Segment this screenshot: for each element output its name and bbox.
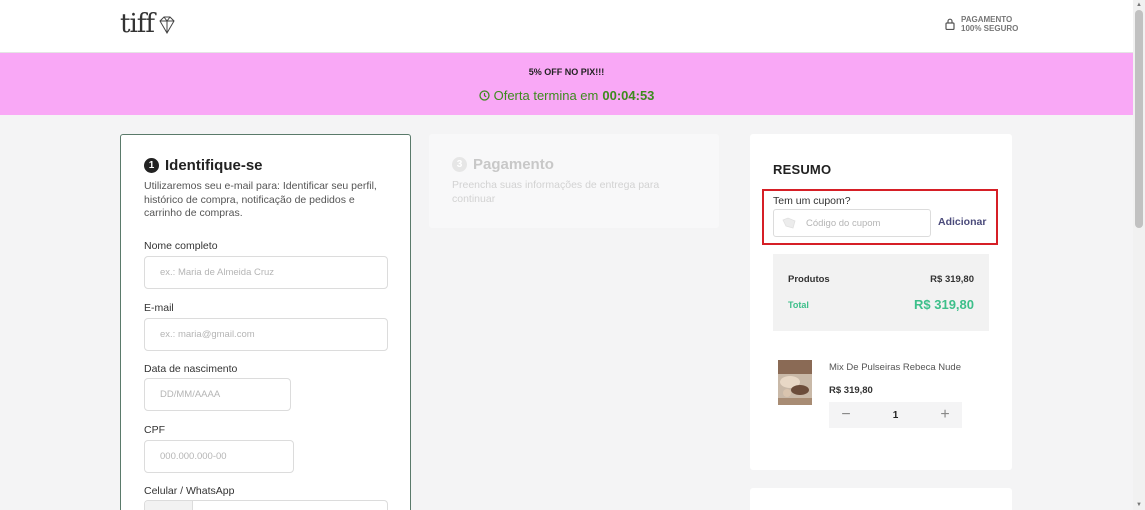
- quantity-value: 1: [892, 409, 899, 421]
- phone-label: Celular / WhatsApp: [144, 485, 235, 497]
- cpf-label: CPF: [144, 424, 165, 436]
- birth-placeholder: DD/MM/AAAA: [160, 389, 221, 400]
- promo-banner: 5% OFF NO PIX!!! Oferta termina em 00:04…: [0, 53, 1133, 115]
- timer-value: 00:04:53: [602, 88, 655, 103]
- phone-field[interactable]: [144, 500, 388, 510]
- logo-text: tiff: [120, 9, 155, 39]
- secure-payment-badge: PAGAMENTO 100% SEGURO: [945, 15, 1018, 33]
- timer-label: Oferta termina em: [493, 88, 599, 103]
- scroll-up-arrow-icon[interactable]: ▲: [1135, 1, 1143, 9]
- payment-description: Preencha suas informações de entrega par…: [452, 179, 660, 205]
- step-number-badge: 3: [452, 157, 467, 172]
- page-scrollbar[interactable]: ▲ ▼: [1133, 0, 1145, 510]
- lock-icon: [945, 18, 955, 30]
- product-image: [778, 360, 812, 405]
- identify-title: Identifique-se: [165, 157, 263, 174]
- plus-icon[interactable]: +: [938, 407, 952, 423]
- product-name[interactable]: Mix De Pulseiras Rebeca Nude: [829, 362, 961, 373]
- name-field[interactable]: ex.: Maria de Almeida Cruz: [144, 256, 388, 289]
- total-row: Total R$ 319,80: [788, 297, 974, 312]
- promo-timer: Oferta termina em 00:04:53: [0, 88, 1133, 103]
- total-value: R$ 319,80: [914, 297, 974, 312]
- store-logo[interactable]: tiff: [120, 9, 178, 39]
- products-row: Produtos R$ 319,80: [788, 274, 974, 285]
- cpf-field[interactable]: 000.000.000-00: [144, 440, 294, 473]
- payment-header: 3 Pagamento: [452, 156, 554, 173]
- secure-line-2: 100% SEGURO: [961, 24, 1019, 33]
- coupon-section: Tem um cupom? Código do cupom Adicionar: [762, 189, 998, 245]
- promo-title: 5% OFF NO PIX!!!: [528, 67, 605, 77]
- minus-icon[interactable]: −: [839, 407, 853, 423]
- email-field[interactable]: ex.: maria@gmail.com: [144, 318, 388, 351]
- name-placeholder: ex.: Maria de Almeida Cruz: [160, 267, 275, 278]
- secure-line-1: PAGAMENTO: [961, 15, 1013, 24]
- email-placeholder: ex.: maria@gmail.com: [160, 329, 255, 340]
- diamond-icon: [159, 16, 175, 34]
- identify-card: 1 Identifique-se Utilizaremos seu e-mail…: [120, 134, 411, 510]
- coupon-input[interactable]: Código do cupom: [773, 209, 931, 237]
- top-bar: tiff PAGAMENTO 100% SEGURO: [0, 0, 1133, 53]
- payment-title: Pagamento: [473, 156, 554, 173]
- birth-label: Data de nascimento: [144, 363, 238, 375]
- email-label: E-mail: [144, 302, 174, 314]
- tag-icon: [782, 217, 796, 229]
- coupon-placeholder: Código do cupom: [806, 217, 881, 229]
- products-value: R$ 319,80: [930, 274, 974, 285]
- payment-card: 3 Pagamento Preencha suas informações de…: [429, 134, 719, 228]
- step-number-badge: 1: [144, 158, 159, 173]
- identify-description: Utilizaremos seu e-mail para: Identifica…: [144, 180, 377, 219]
- products-label: Produtos: [788, 274, 830, 285]
- totals-box: Produtos R$ 319,80 Total R$ 319,80: [773, 254, 989, 331]
- scroll-down-arrow-icon[interactable]: ▼: [1135, 501, 1143, 509]
- summary-card: RESUMO Tem um cupom? Código do cupom Adi…: [750, 134, 1012, 470]
- name-label: Nome completo: [144, 240, 218, 252]
- clock-icon: [478, 90, 490, 101]
- add-coupon-button[interactable]: Adicionar: [938, 216, 986, 228]
- birth-date-field[interactable]: DD/MM/AAAA: [144, 378, 291, 411]
- quantity-stepper: − 1 +: [829, 402, 962, 428]
- identify-header: 1 Identifique-se: [144, 157, 263, 174]
- cart-item: Mix De Pulseiras Rebeca Nude R$ 319,80 −…: [778, 360, 998, 440]
- cpf-placeholder: 000.000.000-00: [160, 451, 227, 462]
- summary-title: RESUMO: [773, 162, 832, 177]
- country-code-select[interactable]: [145, 501, 193, 510]
- coupon-label: Tem um cupom?: [773, 195, 851, 207]
- total-label: Total: [788, 299, 809, 310]
- secondary-summary-card: [750, 488, 1012, 510]
- product-price: R$ 319,80: [829, 385, 873, 396]
- scroll-thumb[interactable]: [1135, 10, 1143, 228]
